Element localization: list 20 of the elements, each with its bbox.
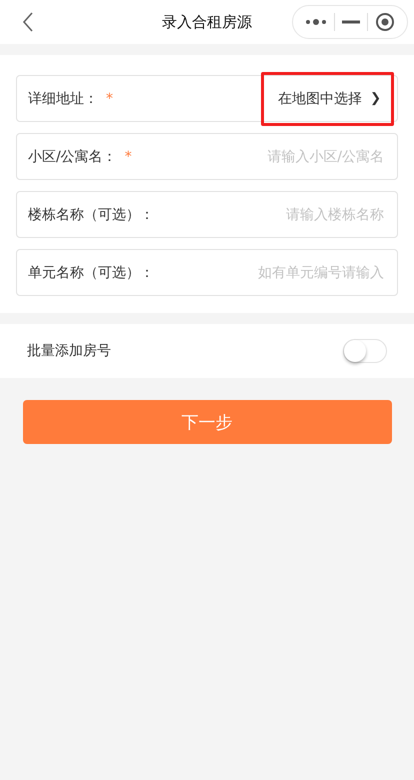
input-field[interactable]: 如有单元编号请输入 — [182, 264, 386, 282]
form-field[interactable]: 小区/公寓名： * 请输入小区/公寓名 — [16, 133, 398, 180]
toggle-label: 批量添加房号 — [27, 342, 111, 360]
input-field[interactable]: 请输入小区/公寓名 — [182, 148, 386, 166]
toggle-switch[interactable] — [343, 339, 387, 363]
required-mark: * — [106, 90, 113, 106]
required-mark: * — [124, 148, 132, 164]
back-icon[interactable] — [22, 12, 34, 32]
input-field[interactable]: 请输入楼栋名称 — [182, 206, 386, 224]
field-label: 小区/公寓名： — [28, 148, 117, 166]
field-label: 详细地址： — [28, 90, 98, 108]
page-title: 录入合租房源 — [162, 12, 252, 32]
form-field[interactable]: 单元名称（可选）： 如有单元编号请输入 — [16, 249, 398, 296]
close-icon[interactable] — [375, 12, 396, 32]
field-label: 楼栋名称（可选）： — [28, 206, 154, 224]
form-field[interactable]: 楼栋名称（可选）： 请输入楼栋名称 — [16, 191, 398, 238]
minimize-icon[interactable] — [342, 20, 360, 24]
more-icon[interactable] — [304, 18, 327, 26]
map-select-link[interactable]: 在地图中选择 ❯ — [261, 72, 394, 126]
field-label: 单元名称（可选）： — [28, 264, 154, 282]
